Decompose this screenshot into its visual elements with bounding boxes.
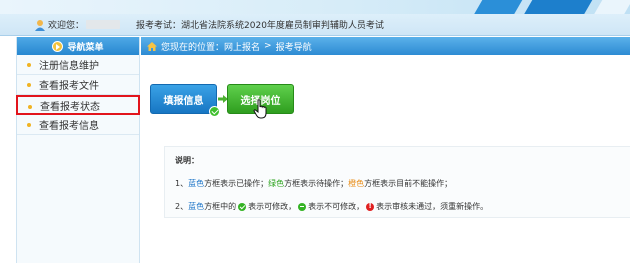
instructions-title: 说明： — [175, 156, 199, 165]
check-icon — [238, 202, 247, 211]
sidebar-item-register-info[interactable]: 注册信息维护 — [17, 55, 139, 75]
sidebar-item-label: 查看报考状态 — [40, 101, 100, 113]
bullet-icon — [27, 123, 31, 127]
home-icon — [147, 41, 157, 51]
sidebar-item-view-info[interactable]: 查看报考信息 — [17, 115, 139, 135]
bullet-icon — [27, 83, 31, 87]
fill-info-label: 填报信息 — [163, 95, 204, 107]
instructions-line-1: 1、 蓝色 方框表示已操作； 绿色 方框表示待操作； 橙色 方框表示目前不能操作… — [175, 178, 630, 189]
banner-decoration — [524, 0, 596, 14]
header-bar: 欢迎您： 报考考试：湖北省法院系统2020年度雇员制审判辅助人员考试 — [0, 14, 630, 36]
line-text: 方框表示目前不能操作； — [364, 179, 453, 188]
line-text: 方框表示待操作； — [284, 179, 349, 188]
line-text: 方框表示已操作； — [204, 179, 269, 188]
user-icon — [35, 20, 45, 31]
sidebar-item-label: 注册信息维护 — [39, 61, 99, 72]
green-label: 绿色 — [268, 179, 285, 188]
instructions-line-2: 2、 蓝色 方框中的 表示可修改， 表示不可修改， 表示审核未通过，须重新操作。 — [175, 201, 630, 212]
nav-menu-icon — [52, 40, 64, 52]
blue-label: 蓝色 — [188, 202, 205, 211]
line-text: 表示不可修改， — [308, 202, 365, 211]
sidebar-item-view-status[interactable]: 查看报考状态 — [16, 95, 140, 115]
bullet-icon — [28, 105, 32, 109]
exam-label: 报考考试：湖北省法院系统2020年度雇员制审判辅助人员考试 — [136, 21, 384, 31]
line-text: 方框中的 — [204, 202, 237, 211]
user-name-redacted — [86, 20, 121, 29]
sidebar: 导航菜单 注册信息维护 查看报考文件 查看报考状态 查看报考信息 — [16, 37, 140, 263]
welcome-label: 欢迎您： — [48, 21, 85, 31]
error-icon — [366, 202, 375, 211]
bullet-icon — [27, 63, 31, 67]
instructions-box: 说明： 1、 蓝色 方框表示已操作； 绿色 方框表示待操作； 橙色 方框表示目前… — [164, 146, 630, 218]
breadcrumb-prefix: 您现在的位置：网上报名 — [161, 42, 261, 53]
sidebar-item-view-documents[interactable]: 查看报考文件 — [17, 75, 139, 95]
line-number: 1、 — [175, 179, 189, 188]
line-text: 表示审核未通过，须重新操作。 — [376, 202, 489, 211]
orange-label: 橙色 — [348, 179, 365, 188]
nav-menu-title: 导航菜单 — [67, 42, 104, 53]
fill-info-button[interactable]: 填报信息 — [150, 84, 220, 117]
line-text: 表示可修改， — [248, 202, 297, 211]
sidebar-item-label: 查看报考文件 — [39, 81, 99, 92]
top-banner — [0, 0, 630, 14]
banner-decoration — [474, 0, 526, 14]
minus-icon — [298, 202, 307, 211]
breadcrumb-current: 报考导航 — [275, 42, 312, 53]
breadcrumb: 您现在的位置：网上报名 > 报考导航 — [141, 37, 630, 55]
blue-label: 蓝色 — [188, 179, 205, 188]
banner-decoration — [594, 0, 630, 14]
hand-cursor-icon — [253, 99, 267, 119]
line-number: 2、 — [175, 202, 189, 211]
check-icon — [209, 106, 220, 117]
sidebar-item-label: 查看报考信息 — [39, 121, 99, 132]
nav-menu-header: 导航菜单 — [17, 37, 139, 55]
breadcrumb-separator: > — [264, 41, 272, 51]
